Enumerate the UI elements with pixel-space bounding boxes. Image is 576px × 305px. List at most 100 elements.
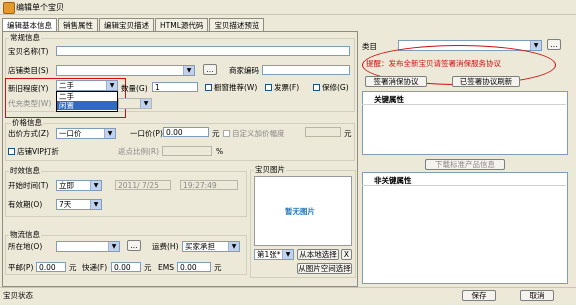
start-date-input[interactable]: 2011/ 7/25 (115, 180, 171, 190)
recommend-label: 橱窗推荐(W) (214, 83, 258, 92)
category-browse-button[interactable]: ... (203, 64, 217, 75)
period-select[interactable]: 7天 ▼ (56, 199, 102, 210)
freight-select[interactable]: 买家承担 ▼ (182, 241, 240, 252)
price-label: 一口价(P) (130, 129, 163, 138)
merchant-code-input[interactable] (262, 65, 350, 75)
chevron-down-icon: ▼ (90, 200, 101, 209)
name-label: 宝贝名称(T) (8, 47, 49, 56)
logistics-section-title: 物流信息 (9, 230, 41, 240)
ems-label: EMS (158, 263, 174, 272)
cancel-button[interactable]: 取消 (520, 290, 554, 301)
picture-title: 宝贝图片 (254, 165, 286, 175)
no-picture-text: 暂无图片 (285, 207, 315, 216)
condition-option-used[interactable]: 二手 (57, 92, 117, 101)
tab-bar: 编辑基本信息 销售属性 编辑宝贝描述 HTML源代码 宝贝描述预览 (2, 18, 265, 32)
condition-select[interactable]: 二手 ▼ (56, 80, 118, 91)
picture-index-value: 第1张* (257, 250, 281, 259)
condition-label: 新旧程度(Y) (8, 84, 49, 93)
location-label: 所在地(O) (8, 242, 43, 251)
chevron-down-icon: ▼ (90, 181, 101, 190)
express-unit: 元 (144, 263, 152, 272)
start-time-select[interactable]: 立即 ▼ (56, 180, 102, 191)
express-label: 快递(F) (82, 263, 108, 272)
picture-space-button[interactable]: 从图片空间选择 (297, 263, 352, 274)
remove-picture-button[interactable]: X (341, 249, 352, 260)
title-bar: 编辑单个宝贝 (0, 0, 576, 15)
chevron-down-icon: ▼ (183, 66, 194, 75)
local-select-button[interactable]: 从本地选择 (297, 249, 339, 260)
sub-type-select[interactable]: ▼ (118, 98, 152, 109)
item-status-label: 宝贝状态 (3, 291, 33, 300)
mail-fee-input[interactable]: 0.00 (36, 262, 66, 272)
invoice-checkbox[interactable] (265, 84, 272, 91)
name-input[interactable] (56, 46, 350, 56)
chevron-down-icon: ▼ (140, 99, 151, 108)
price-input[interactable]: 0.00 (163, 127, 209, 137)
time-group (5, 171, 247, 217)
warranty-checkbox[interactable] (313, 84, 320, 91)
freight-value: 买家承担 (185, 242, 215, 251)
vip-discount-label: 店铺VIP打折 (17, 147, 59, 156)
general-section-title: 常规信息 (9, 33, 41, 43)
custom-increment-label: 自定义加价幅度 (232, 129, 285, 138)
chevron-down-icon: ▼ (282, 250, 293, 259)
price-unit: 元 (212, 129, 220, 138)
non-key-attributes-panel (362, 172, 568, 284)
custom-increment-unit: 元 (344, 129, 352, 138)
download-product-info-button[interactable]: 下载标准产品信息 (425, 159, 505, 170)
start-time-label: 开始时间(T) (8, 181, 49, 190)
period-value: 7天 (59, 200, 72, 209)
quantity-input[interactable]: 1 (152, 82, 198, 92)
consumer-protection-notice: 提醒：发布全新宝贝请签署消保服务协议 (366, 59, 501, 68)
custom-increment-input[interactable] (305, 127, 341, 137)
signed-refresh-button[interactable]: 已签署协议刷新 (452, 76, 520, 87)
time-section-title: 时效信息 (9, 166, 41, 176)
location-select[interactable]: ▼ (56, 241, 120, 252)
warranty-label: 保修(G) (322, 83, 349, 92)
chevron-down-icon: ▼ (106, 81, 117, 90)
price-mode-select[interactable]: 一口价 ▼ (56, 128, 116, 139)
tab-edit-description[interactable]: 编辑宝贝描述 (99, 18, 154, 31)
price-mode-value: 一口价 (59, 129, 82, 138)
mail-unit: 元 (69, 263, 77, 272)
mail-label: 平邮(P) (8, 263, 34, 272)
ems-fee-input[interactable]: 0.00 (177, 262, 211, 272)
status-bar: 宝贝状态 保存 取消 (0, 287, 576, 305)
ems-unit: 元 (214, 263, 222, 272)
condition-value: 二手 (59, 81, 74, 90)
condition-dropdown-list: 二手 闲置 (56, 91, 118, 112)
vip-discount-checkbox[interactable] (8, 148, 15, 155)
chevron-down-icon: ▼ (108, 242, 119, 251)
shop-category-select[interactable]: ▼ (56, 65, 195, 76)
quantity-label: 数量(G) (121, 84, 148, 93)
custom-increment-checkbox[interactable] (223, 130, 230, 137)
price-mode-label: 出价方式(Z) (8, 129, 49, 138)
invoice-label: 发票(F) (274, 83, 300, 92)
save-button[interactable]: 保存 (462, 290, 496, 301)
start-clock-input[interactable]: 19:27:49 (180, 180, 238, 190)
sub-type-label: 代充类型(W) (8, 99, 52, 108)
tab-sales-attributes[interactable]: 销售属性 (58, 18, 98, 31)
chevron-down-icon: ▼ (228, 242, 239, 251)
price-section-title: 价格信息 (11, 118, 43, 128)
start-time-value: 立即 (59, 181, 74, 190)
key-attributes-divider (362, 104, 566, 105)
picture-index-select[interactable]: 第1张* ▼ (254, 249, 294, 260)
right-category-label: 类目 (362, 42, 377, 51)
location-browse-button[interactable]: ... (127, 240, 141, 251)
freight-label: 运费(H) (152, 242, 179, 251)
recommend-checkbox[interactable] (205, 84, 212, 91)
period-label: 有效期(O) (8, 200, 43, 209)
reserve-ratio-input[interactable] (162, 146, 212, 156)
app-icon (3, 2, 15, 14)
chevron-down-icon: ▼ (104, 129, 115, 138)
sign-agreement-button[interactable]: 签署消保协议 (365, 76, 427, 87)
tab-description-preview[interactable]: 宝贝描述预览 (209, 18, 265, 31)
merchant-code-label: 商家编码 (229, 66, 259, 75)
condition-option-idle[interactable]: 闲置 (57, 101, 117, 110)
right-category-browse-button[interactable]: ... (547, 39, 561, 50)
tab-basic-info[interactable]: 编辑基本信息 (2, 18, 57, 32)
window-title: 编辑单个宝贝 (16, 3, 64, 12)
tab-html-source[interactable]: HTML源代码 (155, 18, 209, 31)
express-fee-input[interactable]: 0.00 (111, 262, 141, 272)
